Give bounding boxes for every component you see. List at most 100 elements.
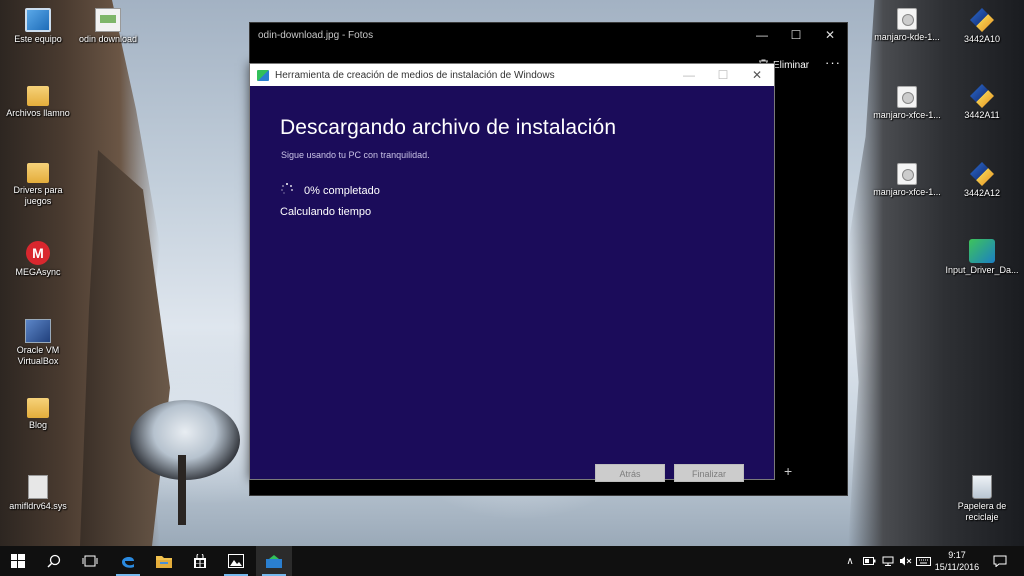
taskbar-clock[interactable]: 9:17 15/11/2016 <box>932 549 982 573</box>
media-creation-tool-icon <box>266 554 282 568</box>
photos-delete-label: Eliminar <box>773 59 810 71</box>
desktop-icon-3442a10[interactable]: 3442A10 <box>944 8 1020 45</box>
taskbar-store[interactable] <box>182 546 218 576</box>
tray-battery[interactable] <box>860 546 878 576</box>
desktop-icon-label: Archivos llamno <box>6 108 70 118</box>
zoom-in-button[interactable]: + <box>784 463 792 479</box>
media-creation-tool-window[interactable]: Herramienta de creación de medios de ins… <box>249 63 775 482</box>
desktop-icon-manjaro-xfce-1[interactable]: manjaro-xfce-1... <box>869 86 945 121</box>
clock-time: 9:17 <box>948 550 966 560</box>
installer-icon <box>970 162 994 186</box>
photos-maximize-button[interactable]: ☐ <box>779 23 813 47</box>
tray-volume[interactable] <box>896 546 914 576</box>
desktop-icon-manjaro-xfce-2[interactable]: manjaro-xfce-1... <box>869 163 945 198</box>
loading-spinner-icon <box>281 183 293 195</box>
desktop-icon-label: manjaro-xfce-1... <box>873 110 941 120</box>
recycle-bin-icon <box>972 475 992 499</box>
photos-more-button[interactable]: ··· <box>825 55 841 70</box>
tray-keyboard[interactable] <box>913 546 933 576</box>
task-view-button[interactable] <box>72 546 108 576</box>
desktop-icon-3442a12[interactable]: 3442A12 <box>944 162 1020 199</box>
desktop-icon-label: Blog <box>28 420 47 430</box>
computer-icon <box>25 8 51 32</box>
desktop-icon-label: 3442A11 <box>964 110 1000 120</box>
desktop-icon-input-driver[interactable]: Input_Driver_Da... <box>944 239 1020 276</box>
disc-image-icon <box>897 8 917 30</box>
page-title: Descargando archivo de instalación <box>280 116 617 139</box>
desktop-icon-label: manjaro-kde-1... <box>874 32 940 42</box>
image-file-icon <box>95 8 121 32</box>
mct-maximize-button[interactable]: ☐ <box>706 64 740 86</box>
task-view-icon <box>82 555 98 567</box>
desktop-icon-label: Input_Driver_Da... <box>945 265 1019 275</box>
time-remaining-text: Calculando tiempo <box>280 206 372 218</box>
taskbar-file-explorer[interactable] <box>146 546 182 576</box>
action-center-button[interactable] <box>988 546 1012 576</box>
notifications-icon <box>993 555 1007 567</box>
desktop-icon-label: 3442A10 <box>963 34 1001 44</box>
wallpaper-tree-trunk <box>178 455 186 525</box>
desktop-icon-manjaro-kde[interactable]: manjaro-kde-1... <box>869 8 945 43</box>
keyboard-icon <box>915 556 931 566</box>
folder-icon <box>27 163 49 183</box>
installer-icon <box>970 84 994 108</box>
volume-muted-icon <box>899 556 911 566</box>
desktop-icon-label: Drivers para juegos <box>13 185 63 206</box>
desktop-icon-archivos-llamno[interactable]: Archivos llamno <box>0 86 76 119</box>
desktop-icon-megasync[interactable]: M MEGAsync <box>0 241 76 278</box>
desktop-icon-label: MEGAsync <box>15 267 61 277</box>
desktop-icon-este-equipo[interactable]: Este equipo <box>0 8 76 45</box>
photos-close-button[interactable]: ✕ <box>813 23 847 47</box>
mct-content: Descargando archivo de instalación Sigue… <box>250 86 774 482</box>
desktop-icon-virtualbox[interactable]: Oracle VM VirtualBox <box>0 319 76 367</box>
mct-window-title: Herramienta de creación de medios de ins… <box>275 69 555 81</box>
photos-minimize-button[interactable]: — <box>745 23 779 47</box>
file-explorer-icon <box>156 556 172 568</box>
taskbar-media-creation-tool[interactable] <box>256 546 292 576</box>
mega-icon: M <box>26 241 50 265</box>
desktop-icon-drivers-para-juegos[interactable]: Drivers para juegos <box>0 163 76 207</box>
desktop-icon-amifldrv64[interactable]: amifldrv64.sys <box>0 475 76 512</box>
page-subtitle: Sigue usando tu PC con tranquilidad. <box>281 150 430 160</box>
media-creation-tool-icon <box>257 69 269 81</box>
start-button[interactable] <box>0 546 36 576</box>
search-icon <box>47 554 61 568</box>
network-icon <box>882 556 894 566</box>
desktop-icon-odin-download[interactable]: odin download <box>70 8 146 45</box>
desktop-icon-label: odin download <box>78 34 138 44</box>
tray-overflow-chevron[interactable]: ∧ <box>842 546 858 576</box>
tray-network[interactable] <box>879 546 897 576</box>
taskbar-photos[interactable] <box>218 546 254 576</box>
folder-icon <box>27 86 49 106</box>
photos-icon <box>228 554 244 568</box>
photos-window-title: odin-download.jpg - Fotos <box>258 29 374 41</box>
photos-titlebar[interactable]: odin-download.jpg - Fotos — ☐ ✕ <box>250 23 847 47</box>
desktop-icon-label: Papelera de reciclaje <box>957 501 1007 522</box>
desktop-icon-3442a11[interactable]: 3442A11 <box>944 84 1020 121</box>
disc-image-icon <box>897 86 917 108</box>
desktop-icon-label: Este equipo <box>14 34 62 44</box>
desktop-icon-label: amifldrv64.sys <box>9 501 67 511</box>
taskbar-edge[interactable] <box>110 546 146 576</box>
folder-icon <box>27 398 49 418</box>
windows-start-icon <box>11 554 25 568</box>
mct-close-button[interactable]: ✕ <box>740 64 774 86</box>
virtualbox-icon <box>25 319 51 343</box>
desktop-icon-recycle-bin[interactable]: Papelera de reciclaje <box>944 475 1020 523</box>
desktop-icon-blog[interactable]: Blog <box>0 398 76 431</box>
progress-text: 0% completado <box>304 185 380 197</box>
search-button[interactable] <box>36 546 72 576</box>
taskbar: ∧ 9:17 15/11/2016 <box>0 546 1024 576</box>
desktop-icon-label: Oracle VM VirtualBox <box>16 345 60 366</box>
network-installer-icon <box>969 239 995 263</box>
desktop-icon-label: 3442A12 <box>963 188 1001 198</box>
mct-minimize-button[interactable]: — <box>672 64 706 86</box>
store-icon <box>194 553 206 568</box>
finish-button[interactable]: Finalizar <box>674 464 744 482</box>
battery-icon <box>862 557 875 565</box>
mct-titlebar[interactable]: Herramienta de creación de medios de ins… <box>250 64 774 86</box>
installer-icon <box>970 8 994 32</box>
system-file-icon <box>28 475 48 499</box>
back-button[interactable]: Atrás <box>595 464 665 482</box>
desktop-icon-label: manjaro-xfce-1... <box>873 187 941 197</box>
